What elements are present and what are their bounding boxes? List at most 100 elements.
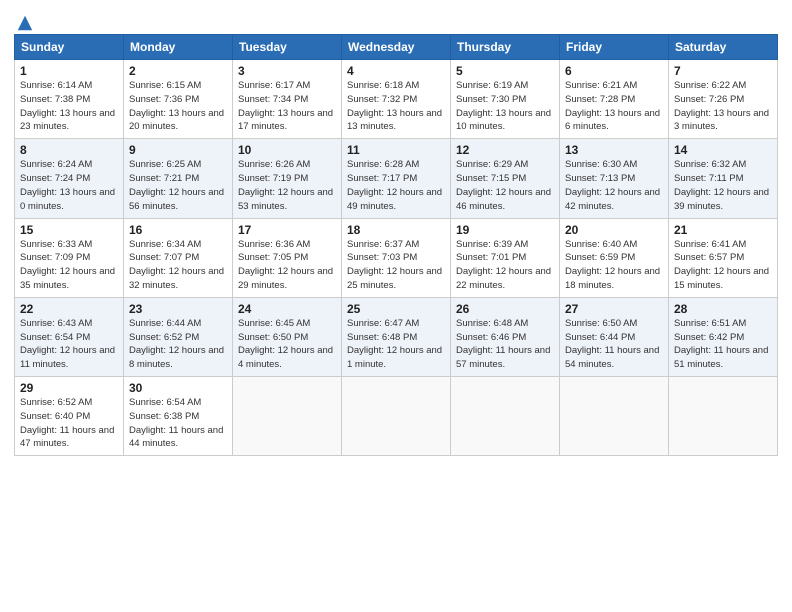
calendar-cell: 13Sunrise: 6:30 AMSunset: 7:13 PMDayligh… [560,139,669,218]
calendar-cell: 4 Sunrise: 6:18 AMSunset: 7:32 PMDaylight… [342,60,451,139]
day-info: Sunrise: 6:51 AMSunset: 6:42 PMDaylight:… [674,318,768,370]
calendar-cell: 29 Sunrise: 6:52 AMSunset: 6:40 PMDayligh… [15,377,124,456]
calendar-cell: 30Sunrise: 6:54 AMSunset: 6:38 PMDayligh… [124,377,233,456]
day-number: 20 [565,223,663,237]
day-of-week-header: Wednesday [342,35,451,60]
page: SundayMondayTuesdayWednesdayThursdayFrid… [0,0,792,612]
day-number: 8 [20,143,118,157]
calendar-cell: 16 Sunrise: 6:34 AMSunset: 7:07 PMDayligh… [124,218,233,297]
calendar: SundayMondayTuesdayWednesdayThursdayFrid… [14,34,778,456]
calendar-cell: 8 Sunrise: 6:24 AMSunset: 7:24 PMDaylight… [15,139,124,218]
calendar-cell: 15 Sunrise: 6:33 AMSunset: 7:09 PMDayligh… [15,218,124,297]
day-number: 7 [674,64,772,78]
day-number: 14 [674,143,772,157]
day-info: Sunrise: 6:43 AMSunset: 6:54 PMDaylight:… [20,318,115,370]
logo-icon [16,14,34,32]
day-info: Sunrise: 6:14 AMSunset: 7:38 PMDaylight:… [20,80,115,132]
calendar-header-row: SundayMondayTuesdayWednesdayThursdayFrid… [15,35,778,60]
day-of-week-header: Friday [560,35,669,60]
day-info: Sunrise: 6:22 AMSunset: 7:26 PMDaylight:… [674,80,769,132]
day-info: Sunrise: 6:41 AMSunset: 6:57 PMDaylight:… [674,239,769,291]
calendar-cell: 2 Sunrise: 6:15 AMSunset: 7:36 PMDaylight… [124,60,233,139]
logo [14,14,34,28]
day-number: 16 [129,223,227,237]
calendar-cell [669,377,778,456]
day-info: Sunrise: 6:17 AMSunset: 7:34 PMDaylight:… [238,80,333,132]
day-number: 27 [565,302,663,316]
day-info: Sunrise: 6:26 AMSunset: 7:19 PMDaylight:… [238,159,333,211]
day-number: 6 [565,64,663,78]
day-number: 5 [456,64,554,78]
day-info: Sunrise: 6:39 AMSunset: 7:01 PMDaylight:… [456,239,551,291]
day-number: 26 [456,302,554,316]
calendar-cell: 7 Sunrise: 6:22 AMSunset: 7:26 PMDaylight… [669,60,778,139]
calendar-cell: 17 Sunrise: 6:36 AMSunset: 7:05 PMDayligh… [233,218,342,297]
calendar-cell: 25 Sunrise: 6:47 AMSunset: 6:48 PMDayligh… [342,297,451,376]
day-info: Sunrise: 6:52 AMSunset: 6:40 PMDaylight:… [20,397,114,449]
day-number: 15 [20,223,118,237]
calendar-cell: 23 Sunrise: 6:44 AMSunset: 6:52 PMDayligh… [124,297,233,376]
calendar-cell [342,377,451,456]
day-info: Sunrise: 6:45 AMSunset: 6:50 PMDaylight:… [238,318,333,370]
day-info: Sunrise: 6:18 AMSunset: 7:32 PMDaylight:… [347,80,442,132]
calendar-cell: 20 Sunrise: 6:40 AMSunset: 6:59 PMDayligh… [560,218,669,297]
calendar-cell [233,377,342,456]
day-info: Sunrise: 6:34 AMSunset: 7:07 PMDaylight:… [129,239,224,291]
day-number: 1 [20,64,118,78]
day-number: 9 [129,143,227,157]
calendar-cell: 5 Sunrise: 6:19 AMSunset: 7:30 PMDaylight… [451,60,560,139]
day-number: 3 [238,64,336,78]
day-number: 12 [456,143,554,157]
calendar-cell: 12 Sunrise: 6:29 AMSunset: 7:15 PMDayligh… [451,139,560,218]
calendar-cell: 11 Sunrise: 6:28 AMSunset: 7:17 PMDayligh… [342,139,451,218]
day-info: Sunrise: 6:36 AMSunset: 7:05 PMDaylight:… [238,239,333,291]
day-info: Sunrise: 6:19 AMSunset: 7:30 PMDaylight:… [456,80,551,132]
day-number: 28 [674,302,772,316]
day-info: Sunrise: 6:28 AMSunset: 7:17 PMDaylight:… [347,159,442,211]
day-number: 18 [347,223,445,237]
day-info: Sunrise: 6:25 AMSunset: 7:21 PMDaylight:… [129,159,224,211]
day-info: Sunrise: 6:15 AMSunset: 7:36 PMDaylight:… [129,80,224,132]
calendar-cell: 14Sunrise: 6:32 AMSunset: 7:11 PMDayligh… [669,139,778,218]
day-of-week-header: Tuesday [233,35,342,60]
calendar-cell: 28 Sunrise: 6:51 AMSunset: 6:42 PMDayligh… [669,297,778,376]
calendar-cell: 9 Sunrise: 6:25 AMSunset: 7:21 PMDaylight… [124,139,233,218]
day-of-week-header: Sunday [15,35,124,60]
day-number: 4 [347,64,445,78]
calendar-cell: 10 Sunrise: 6:26 AMSunset: 7:19 PMDayligh… [233,139,342,218]
calendar-cell [451,377,560,456]
day-number: 24 [238,302,336,316]
day-number: 22 [20,302,118,316]
calendar-cell: 21Sunrise: 6:41 AMSunset: 6:57 PMDayligh… [669,218,778,297]
calendar-cell: 1 Sunrise: 6:14 AMSunset: 7:38 PMDaylight… [15,60,124,139]
day-number: 30 [129,381,227,395]
calendar-cell: 27 Sunrise: 6:50 AMSunset: 6:44 PMDayligh… [560,297,669,376]
day-info: Sunrise: 6:24 AMSunset: 7:24 PMDaylight:… [20,159,115,211]
day-info: Sunrise: 6:48 AMSunset: 6:46 PMDaylight:… [456,318,550,370]
day-of-week-header: Monday [124,35,233,60]
day-number: 29 [20,381,118,395]
day-number: 2 [129,64,227,78]
calendar-cell [560,377,669,456]
day-info: Sunrise: 6:44 AMSunset: 6:52 PMDaylight:… [129,318,224,370]
day-info: Sunrise: 6:40 AMSunset: 6:59 PMDaylight:… [565,239,660,291]
day-number: 17 [238,223,336,237]
calendar-body: 1 Sunrise: 6:14 AMSunset: 7:38 PMDaylight… [15,60,778,456]
day-number: 23 [129,302,227,316]
day-number: 10 [238,143,336,157]
day-of-week-header: Thursday [451,35,560,60]
calendar-cell: 24 Sunrise: 6:45 AMSunset: 6:50 PMDayligh… [233,297,342,376]
day-number: 25 [347,302,445,316]
day-number: 19 [456,223,554,237]
day-of-week-header: Saturday [669,35,778,60]
calendar-cell: 18 Sunrise: 6:37 AMSunset: 7:03 PMDayligh… [342,218,451,297]
day-info: Sunrise: 6:33 AMSunset: 7:09 PMDaylight:… [20,239,115,291]
day-number: 13 [565,143,663,157]
day-info: Sunrise: 6:47 AMSunset: 6:48 PMDaylight:… [347,318,442,370]
day-info: Sunrise: 6:50 AMSunset: 6:44 PMDaylight:… [565,318,659,370]
calendar-cell: 22 Sunrise: 6:43 AMSunset: 6:54 PMDayligh… [15,297,124,376]
calendar-cell: 6Sunrise: 6:21 AMSunset: 7:28 PMDaylight… [560,60,669,139]
day-info: Sunrise: 6:37 AMSunset: 7:03 PMDaylight:… [347,239,442,291]
day-info: Sunrise: 6:29 AMSunset: 7:15 PMDaylight:… [456,159,551,211]
day-number: 11 [347,143,445,157]
